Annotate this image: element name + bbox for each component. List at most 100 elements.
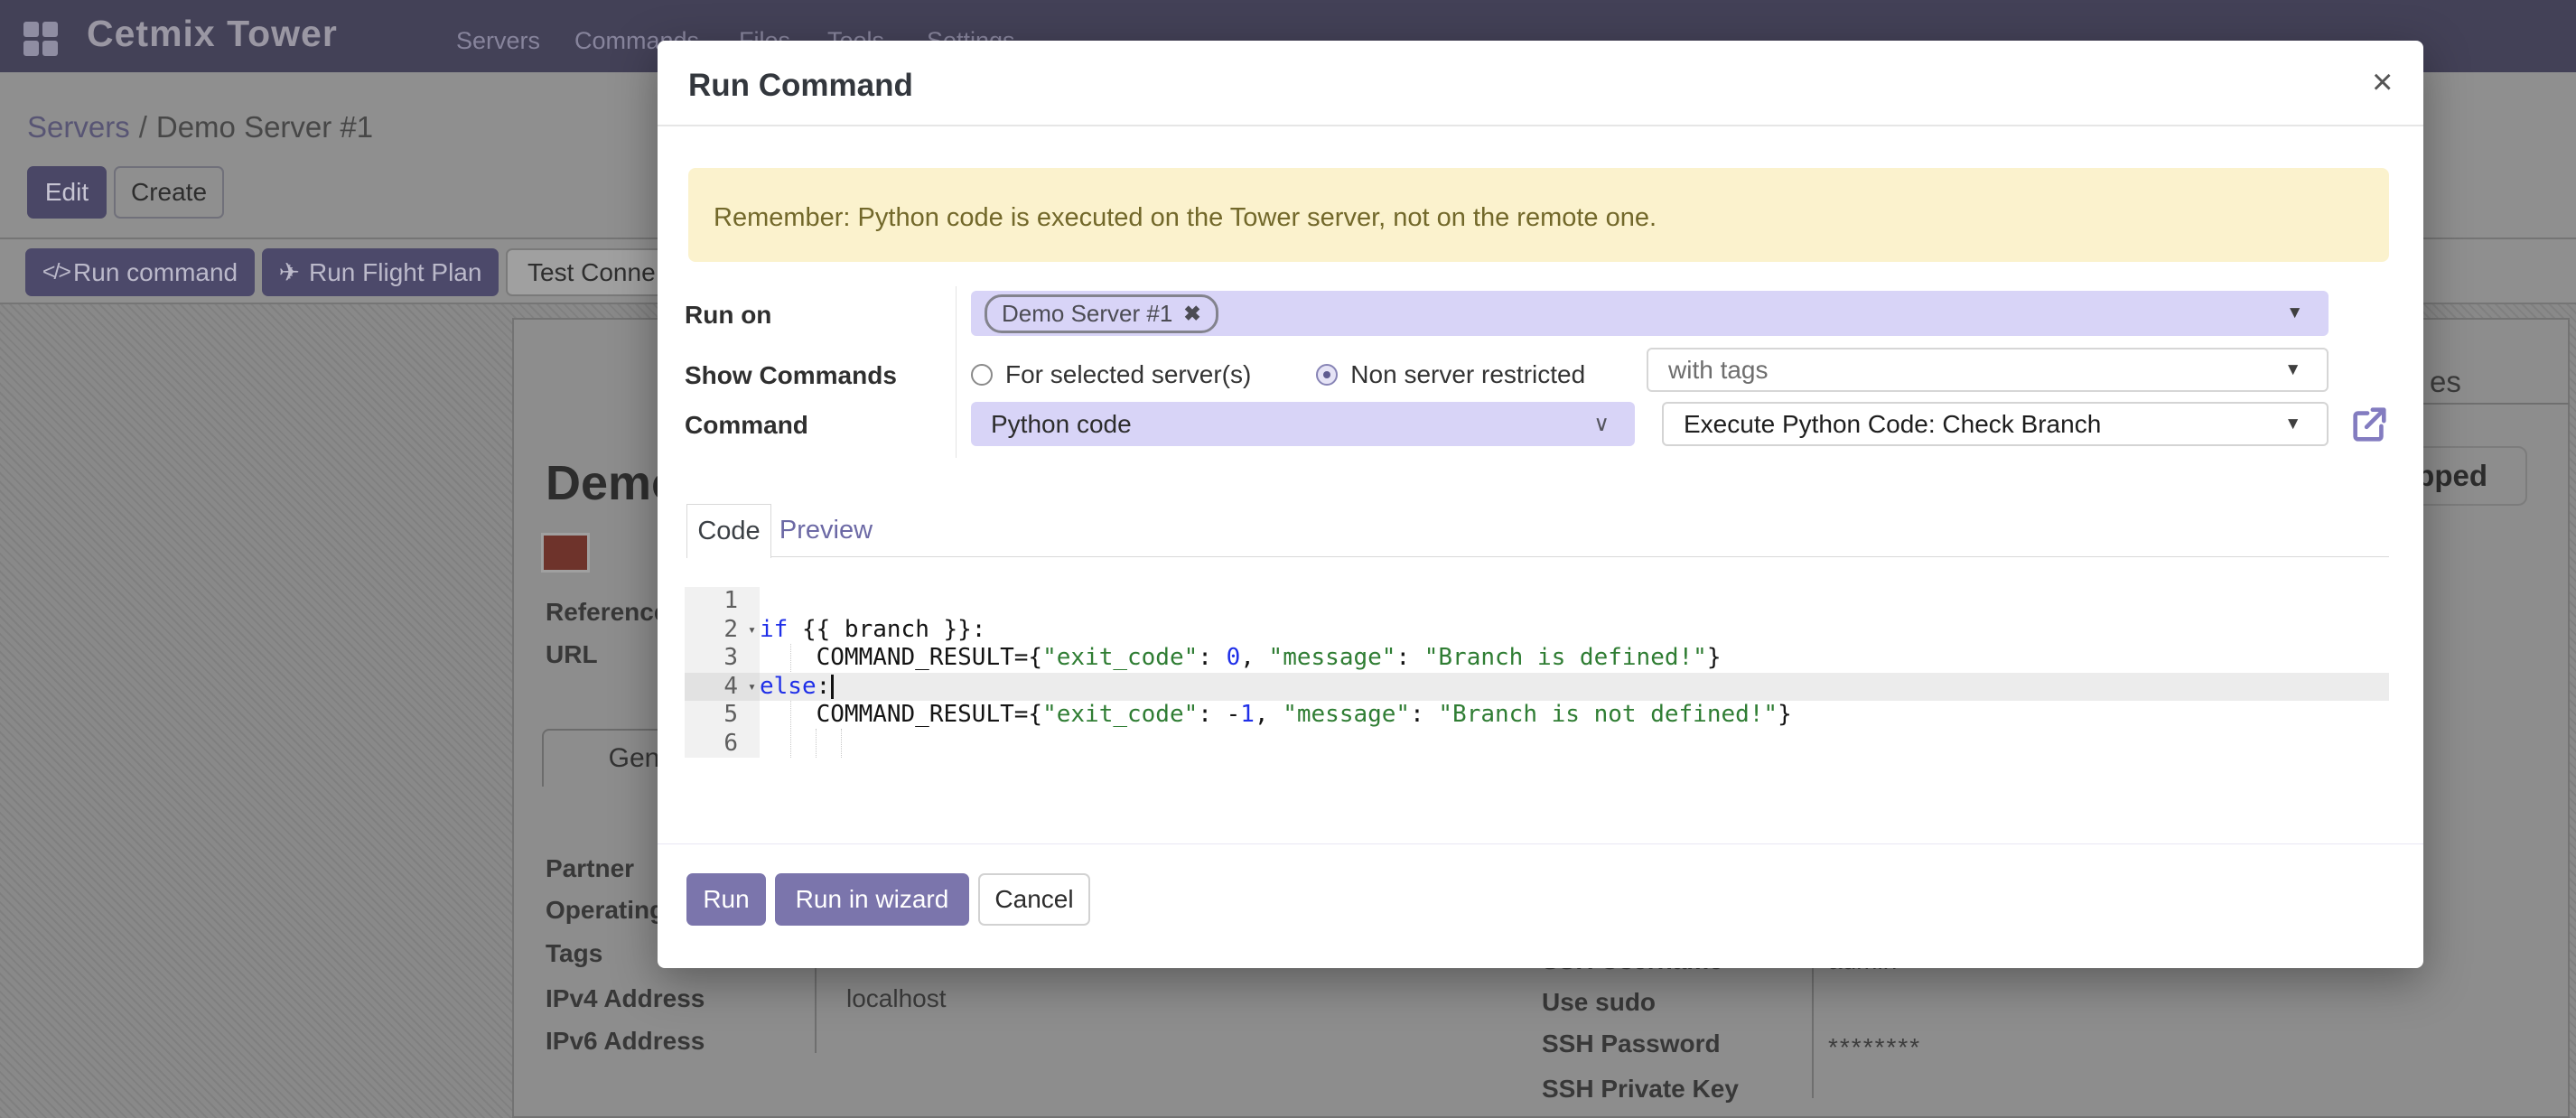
brand-title: Cetmix Tower [87, 13, 338, 55]
create-button[interactable]: Create [114, 166, 224, 219]
code-token: {{ branch }}: [788, 616, 985, 643]
chevron-down-icon: ▼ [2284, 415, 2301, 434]
edit-button[interactable]: Edit [27, 166, 107, 219]
tab-code[interactable]: Code [686, 504, 771, 558]
code-line[interactable]: COMMAND_RESULT={"exit_code": 0, "message… [760, 644, 2389, 673]
code-editor[interactable]: 12▾34▾56 if {{ branch }}: COMMAND_RESULT… [658, 587, 2423, 760]
run-command-button[interactable]: </> Run command [25, 248, 255, 296]
server-tag-label: Demo Server #1 [1002, 300, 1172, 328]
breadcrumb-servers-link[interactable]: Servers [27, 110, 130, 144]
server-color-swatch[interactable] [541, 533, 590, 573]
code-token: : [1395, 644, 1423, 671]
code-token: : [1410, 701, 1438, 728]
indent-guide [790, 644, 791, 672]
modal-header-divider [658, 125, 2423, 126]
chevron-down-icon: ▼ [2286, 303, 2303, 323]
run-flight-plan-button[interactable]: ✈ Run Flight Plan [262, 248, 499, 296]
plane-icon: ✈ [279, 257, 300, 287]
code-token: 0 [1227, 644, 1241, 671]
code-line[interactable] [760, 730, 2389, 759]
code-token: "message" [1283, 701, 1410, 728]
tag-remove-icon[interactable]: ✖ [1183, 302, 1200, 326]
url-label: URL [546, 640, 598, 669]
command-label: Command [685, 411, 808, 440]
ipv4-value: localhost [846, 984, 947, 1013]
breadcrumb-separator: / [130, 110, 156, 144]
code-token: "exit_code" [1042, 644, 1198, 671]
text-cursor [831, 675, 834, 699]
command-value: Execute Python Code: Check Branch [1684, 410, 2101, 439]
right-panel-header-fragment: es [2430, 365, 2461, 399]
server-tag-pill[interactable]: Demo Server #1 ✖ [985, 294, 1218, 333]
partner-label: Partner [546, 854, 634, 883]
code-token: COMMAND_RESULT={ [760, 644, 1042, 671]
fold-arrow-icon[interactable]: ▾ [748, 616, 756, 645]
code-icon: </> [42, 259, 70, 285]
apps-grid-icon[interactable] [23, 22, 58, 56]
code-token: "Branch is defined!" [1424, 644, 1707, 671]
run-in-wizard-button[interactable]: Run in wizard [775, 873, 969, 926]
tabs-underline [686, 556, 2389, 557]
gutter-line-number[interactable]: 2▾ [685, 616, 760, 645]
code-token: : [1198, 644, 1226, 671]
code-token: COMMAND_RESULT={ [760, 701, 1042, 728]
ssh-password-label: SSH Password [1542, 1029, 1721, 1058]
ssh-field-separator [1812, 964, 1814, 1098]
reference-label: Reference [546, 598, 667, 627]
run-on-label: Run on [685, 301, 771, 330]
ssh-private-key-label: SSH Private Key [1542, 1075, 1739, 1104]
test-connection-button[interactable]: Test Conne [506, 248, 670, 296]
command-type-select[interactable]: Python code ∨ [971, 402, 1635, 446]
gutter-line-number[interactable]: 6 [685, 730, 760, 759]
indent-guide [816, 729, 817, 758]
run-button[interactable]: Run [686, 873, 766, 926]
nav-item-servers[interactable]: Servers [456, 27, 540, 55]
with-tags-select[interactable]: with tags ▼ [1647, 348, 2329, 392]
run-command-label: Run command [73, 258, 238, 287]
radio-non-server-restricted-label[interactable]: Non server restricted [1350, 360, 1585, 389]
tab-preview[interactable]: Preview [770, 504, 882, 557]
code-token: 1 [1240, 701, 1255, 728]
code-line[interactable]: if {{ branch }}: [760, 616, 2389, 645]
radio-for-selected-servers-label[interactable]: For selected server(s) [1005, 360, 1251, 389]
cancel-button[interactable]: Cancel [978, 873, 1090, 926]
ipv6-label: IPv6 Address [546, 1027, 705, 1056]
code-token: if [760, 616, 788, 643]
code-token: : [817, 673, 831, 700]
code-token: "exit_code" [1042, 701, 1198, 728]
breadcrumb-current: Demo Server #1 [156, 110, 373, 144]
gutter-line-number[interactable]: 1 [685, 587, 760, 616]
show-commands-label: Show Commands [685, 361, 897, 390]
code-token: , [1255, 701, 1283, 728]
code-token: "Branch is not defined!" [1438, 701, 1778, 728]
run-on-select[interactable]: Demo Server #1 ✖ ▼ [971, 291, 2329, 336]
command-select[interactable]: Execute Python Code: Check Branch ▼ [1662, 402, 2329, 446]
chevron-down-icon: ∨ [1593, 411, 1610, 437]
indent-guide [841, 729, 842, 758]
radio-non-server-restricted[interactable] [1316, 364, 1338, 386]
gutter-line-number[interactable]: 4▾ [685, 673, 760, 702]
code-token: , [1240, 644, 1268, 671]
external-link-icon[interactable] [2348, 404, 2390, 445]
modal-title: Run Command [688, 68, 913, 104]
code-line[interactable]: else: [760, 673, 2389, 702]
close-icon[interactable]: × [2372, 64, 2393, 100]
run-command-modal: Run Command × Remember: Python code is e… [658, 41, 2423, 968]
fold-arrow-icon[interactable]: ▾ [748, 673, 756, 702]
operating-system-label: Operating [546, 896, 665, 925]
form-label-separator [956, 286, 957, 458]
code-line[interactable] [760, 587, 2389, 616]
screen: Cetmix Tower Servers Commands Files Tool… [0, 0, 2576, 1118]
breadcrumb: Servers/Demo Server #1 [27, 110, 373, 144]
gutter-line-number[interactable]: 3 [685, 644, 760, 673]
field-separator [815, 963, 817, 1053]
radio-for-selected-servers[interactable] [971, 364, 993, 386]
command-type-value: Python code [991, 410, 1132, 439]
editor-lines[interactable]: if {{ branch }}: COMMAND_RESULT={"exit_c… [760, 587, 2389, 758]
gutter-line-number[interactable]: 5 [685, 701, 760, 730]
with-tags-placeholder: with tags [1668, 356, 1769, 385]
code-line[interactable]: COMMAND_RESULT={"exit_code": -1, "messag… [760, 701, 2389, 730]
run-flight-plan-label: Run Flight Plan [309, 258, 481, 287]
editor-gutter: 12▾34▾56 [685, 587, 760, 758]
ssh-password-value: ******** [1828, 1033, 1921, 1062]
